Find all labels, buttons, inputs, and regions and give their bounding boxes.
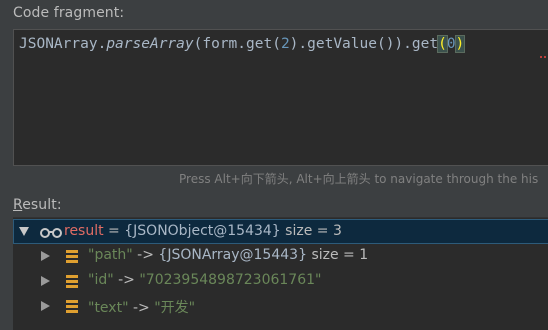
navigation-hint: Press Alt+向下箭头, Alt+向上箭头 to navigate thr… bbox=[179, 172, 539, 186]
field-icon bbox=[66, 275, 78, 288]
result-label-mnemonic: R bbox=[13, 197, 23, 213]
error-underline bbox=[540, 56, 548, 58]
code-fragment-label: Code fragment: bbox=[13, 5, 125, 21]
field-icon bbox=[66, 300, 78, 313]
entry-arrow: -> bbox=[132, 247, 159, 263]
evaluate-expression-dialog: Code fragment: JSONArray.parseArray(form… bbox=[0, 0, 548, 330]
entry-value: "开发" bbox=[154, 300, 196, 316]
tree-row-id[interactable]: "id" -> "7023954898723061761" bbox=[13, 269, 548, 294]
entry-value: "7023954898723061761" bbox=[139, 272, 322, 288]
tree-row-text: "text" -> "开发" bbox=[88, 297, 195, 317]
field-icon bbox=[66, 250, 78, 263]
code-fragment-editor[interactable]: JSONArray.parseArray(form.get(2).getValu… bbox=[13, 29, 548, 166]
matched-paren-close: ) bbox=[454, 35, 466, 53]
tree-row-result[interactable]: result = {JSONObject@15434} size = 3 bbox=[13, 219, 548, 244]
code-number-token-2: 0 bbox=[446, 36, 456, 52]
code-text[interactable]: JSONArray.parseArray(form.get(2).getValu… bbox=[19, 35, 466, 53]
code-call-token-2: ).getValue()).get bbox=[289, 36, 439, 52]
result-label: Result: bbox=[13, 197, 62, 213]
entry-value: {JSONArray@15443} bbox=[158, 247, 307, 263]
tree-row-text[interactable]: "text" -> "开发" bbox=[13, 294, 548, 319]
collapse-arrow-icon[interactable] bbox=[19, 227, 29, 236]
entry-key: "id" bbox=[88, 272, 114, 288]
result-tree[interactable]: result = {JSONObject@15434} size = 3 "pa… bbox=[13, 217, 548, 330]
variable-size: size = 3 bbox=[285, 223, 342, 239]
code-call-token: (form.get( bbox=[193, 36, 281, 52]
entry-size: size = 1 bbox=[311, 247, 369, 263]
expand-arrow-icon[interactable] bbox=[41, 276, 50, 286]
entry-key: "path" bbox=[88, 247, 133, 263]
code-method-token: parseArray bbox=[106, 36, 194, 52]
tree-row-text: "path" -> {JSONArray@15443} size = 1 bbox=[88, 247, 368, 263]
equals-sign: = bbox=[103, 223, 125, 239]
watch-glasses-icon bbox=[40, 228, 62, 238]
tree-row-text: result = {JSONObject@15434} size = 3 bbox=[64, 223, 342, 239]
expand-arrow-icon[interactable] bbox=[41, 251, 50, 261]
entry-arrow: -> bbox=[128, 300, 155, 316]
entry-key: "text" bbox=[88, 300, 129, 316]
code-number-token: 2 bbox=[280, 36, 290, 52]
expand-arrow-icon[interactable] bbox=[41, 301, 50, 311]
tree-row-text: "id" -> "7023954898723061761" bbox=[88, 272, 321, 288]
variable-value: {JSONObject@15434} bbox=[124, 223, 281, 239]
result-label-rest: esult: bbox=[22, 197, 62, 213]
tree-row-path[interactable]: "path" -> {JSONArray@15443} size = 1 bbox=[13, 244, 548, 269]
entry-arrow: -> bbox=[113, 272, 140, 288]
code-class-token: JSONArray. bbox=[19, 36, 107, 52]
variable-name: result bbox=[64, 223, 104, 239]
matched-paren-open: ( bbox=[437, 35, 448, 53]
